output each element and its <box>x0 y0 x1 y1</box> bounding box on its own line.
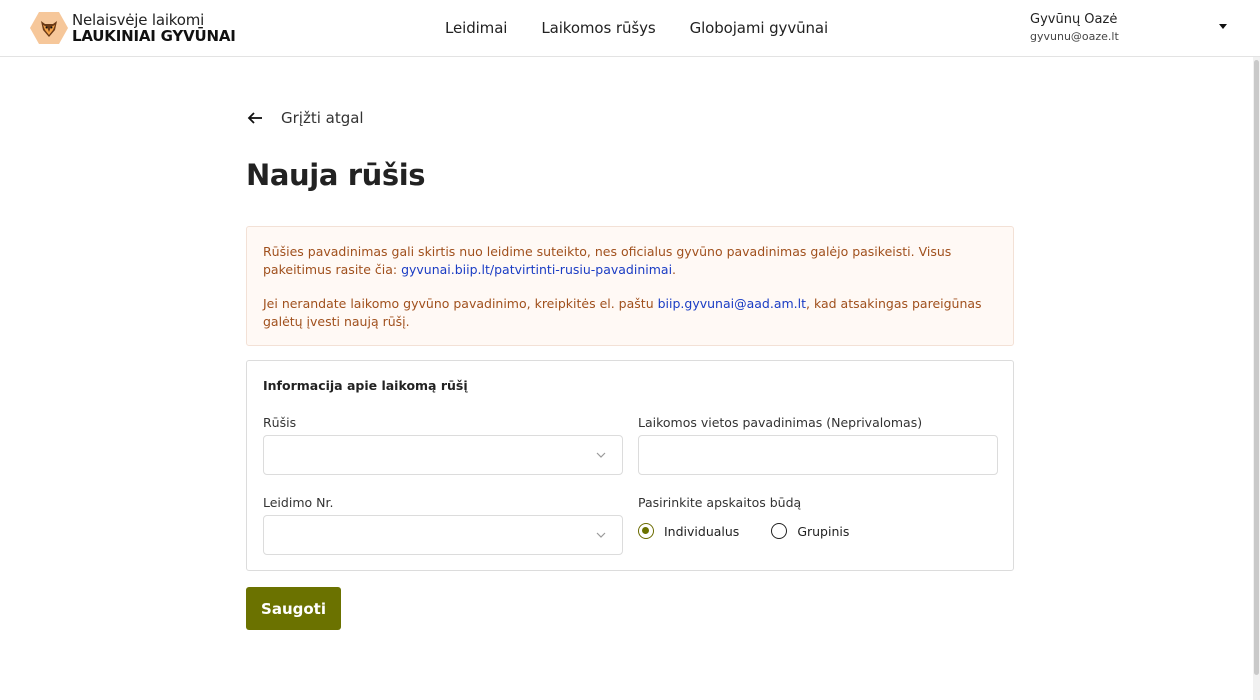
logo-text: Nelaisvėje laikomi LAUKINIAI GYVŪNAI <box>72 12 236 44</box>
notice-paragraph-2: Jei nerandate laikomo gyvūno pavadinimo,… <box>263 295 997 331</box>
chevron-down-icon <box>596 532 606 538</box>
top-header: Nelaisvėje laikomi LAUKINIAI GYVŪNAI Lei… <box>0 0 1260 57</box>
user-email: gyvunu@oaze.lt <box>1030 30 1119 43</box>
section-title: Informacija apie laikomą rūšį <box>263 378 468 393</box>
arrow-left-icon <box>247 112 262 124</box>
species-select[interactable] <box>263 435 623 475</box>
email-link[interactable]: biip.gyvunai@aad.am.lt <box>658 296 806 311</box>
fox-hexagon-icon <box>30 11 68 45</box>
accounting-radio-group: Individualus Grupinis <box>638 523 881 539</box>
caret-down-icon[interactable] <box>1219 24 1227 29</box>
location-label: Laikomos vietos pavadinimas (Neprivaloma… <box>638 415 923 430</box>
permit-select[interactable] <box>263 515 623 555</box>
back-label: Grįžti atgal <box>281 109 364 127</box>
nav-item-leidimai[interactable]: Leidimai <box>445 19 507 37</box>
notice-end-1: . <box>672 262 677 277</box>
species-form-card: Informacija apie laikomą rūšį Rūšis Laik… <box>246 360 1014 571</box>
user-name: Gyvūnų Oazė <box>1030 12 1118 27</box>
nav-item-globojami-gyvunai[interactable]: Globojami gyvūnai <box>690 19 829 37</box>
app-logo[interactable]: Nelaisvėje laikomi LAUKINIAI GYVŪNAI <box>30 11 236 45</box>
radio-grupinis-label[interactable]: Grupinis <box>797 524 849 539</box>
notice-text-2: Jei nerandate laikomo gyvūno pavadinimo,… <box>263 296 658 311</box>
nav-item-laikomos-rusys[interactable]: Laikomos rūšys <box>541 19 655 37</box>
radio-individualus-label[interactable]: Individualus <box>664 524 739 539</box>
location-input[interactable] <box>638 435 998 475</box>
accounting-label: Pasirinkite apskaitos būdą <box>638 495 802 510</box>
info-notice: Rūšies pavadinimas gali skirtis nuo leid… <box>246 226 1014 346</box>
logo-subtitle: Nelaisvėje laikomi <box>72 11 205 29</box>
radio-individualus[interactable] <box>638 523 654 539</box>
page-title: Nauja rūšis <box>246 158 426 192</box>
user-menu[interactable]: Gyvūnų Oazė gyvunu@oaze.lt <box>1030 12 1119 43</box>
radio-grupinis[interactable] <box>771 523 788 539</box>
species-names-link[interactable]: gyvunai.biip.lt/patvirtinti-rusiu-pavadi… <box>401 262 672 277</box>
species-label: Rūšis <box>263 415 297 430</box>
scrollbar-thumb[interactable] <box>1254 60 1259 675</box>
logo-title: LAUKINIAI GYVŪNAI <box>72 27 236 45</box>
main-nav: Leidimai Laikomos rūšys Globojami gyvūna… <box>445 19 862 37</box>
save-button[interactable]: Saugoti <box>246 587 341 630</box>
chevron-down-icon <box>596 452 606 458</box>
permit-label: Leidimo Nr. <box>263 495 334 510</box>
notice-paragraph-1: Rūšies pavadinimas gali skirtis nuo leid… <box>263 243 997 279</box>
back-link[interactable]: Grįžti atgal <box>246 109 364 127</box>
